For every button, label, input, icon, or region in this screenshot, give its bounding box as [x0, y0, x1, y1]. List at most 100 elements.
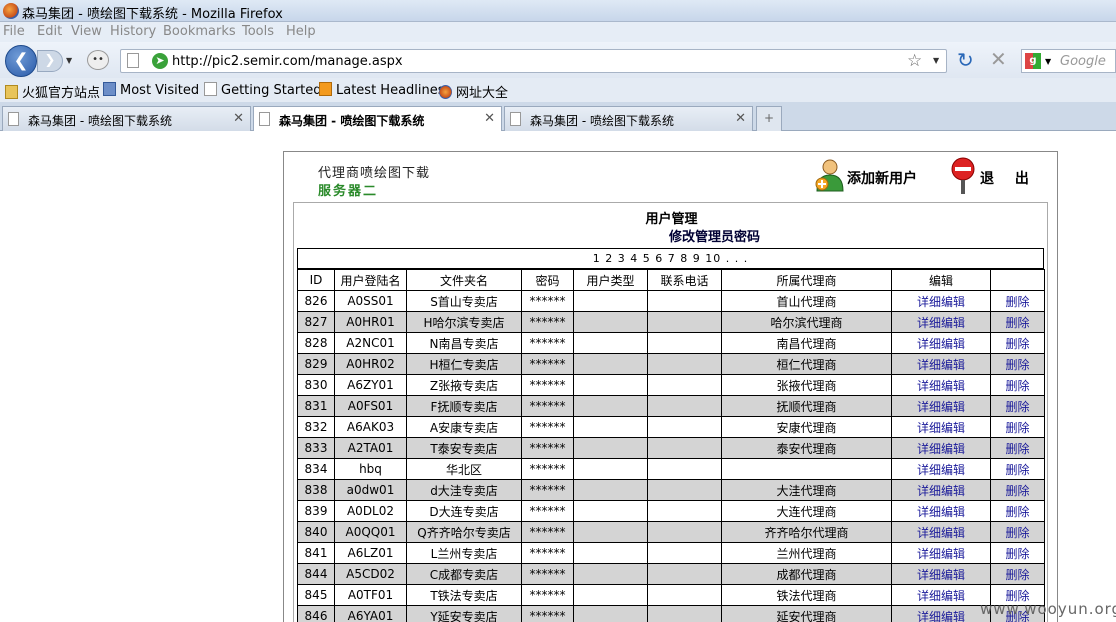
site-identity-icon[interactable]: ➤ [152, 53, 168, 69]
table-cell: 839 [297, 500, 335, 522]
menu-tools[interactable]: Tools [242, 24, 274, 39]
edit-link[interactable]: 详细编辑 [917, 400, 965, 414]
delete-link[interactable]: 删除 [1005, 337, 1029, 351]
menu-file[interactable]: File [3, 24, 25, 39]
site-title: 代理商喷绘图下载 [318, 166, 431, 181]
delete-link[interactable]: 删除 [1005, 442, 1029, 456]
reload-icon[interactable]: ↻ [957, 48, 974, 72]
edit-link[interactable]: 详细编辑 [917, 505, 965, 519]
logout-icon[interactable] [950, 157, 976, 195]
delete-link[interactable]: 删除 [1005, 295, 1029, 309]
table-cell [573, 542, 648, 564]
table-cell: ****** [521, 584, 574, 606]
edit-link[interactable]: 详细编辑 [917, 526, 965, 540]
bookmark-latest-headlines[interactable]: Latest Headlines [319, 82, 445, 98]
delete-link[interactable]: 删除 [1005, 400, 1029, 414]
edit-link[interactable]: 详细编辑 [917, 358, 965, 372]
bookmark-firefox-site[interactable]: 火狐官方站点 [5, 82, 100, 101]
search-engine-dropdown-icon[interactable]: ▼ [1045, 57, 1051, 66]
search-box[interactable]: g ▼ Google [1021, 49, 1116, 73]
close-tab-icon[interactable]: ✕ [484, 111, 495, 126]
table-row: 828 A2NC01 N南昌专卖店 ****** 南昌代理商 详细编辑 删除 [297, 332, 1045, 354]
history-dropdown-icon[interactable]: ▼ [66, 56, 72, 65]
table-cell: ****** [521, 374, 574, 396]
bookmark-star-icon[interactable]: ☆ [907, 51, 922, 71]
delete-link[interactable]: 删除 [1005, 421, 1029, 435]
table-cell [573, 290, 648, 312]
delete-link[interactable]: 删除 [1005, 526, 1029, 540]
bookmark-most-visited[interactable]: Most Visited [103, 82, 199, 98]
delete-link[interactable]: 删除 [1005, 547, 1029, 561]
rss-icon [319, 82, 332, 96]
forward-button[interactable]: ❯ [37, 50, 63, 72]
edit-link[interactable]: 详细编辑 [917, 337, 965, 351]
table-row: 834 hbq 华北区 ****** 详细编辑 删除 [297, 458, 1045, 480]
table-cell: A6LZ01 [334, 542, 407, 564]
tab-1[interactable]: 森马集团 - 喷绘图下载系统 ✕ [2, 106, 251, 131]
table-cell: 兰州代理商 [721, 542, 892, 564]
edit-link[interactable]: 详细编辑 [917, 316, 965, 330]
table-cell: ****** [521, 479, 574, 501]
add-user-button[interactable]: 添加新用户 [847, 168, 917, 188]
column-header: ID [297, 269, 335, 291]
table-cell: 828 [297, 332, 335, 354]
folder-icon [5, 85, 18, 99]
firefox-icon [3, 3, 19, 19]
menu-edit[interactable]: Edit [37, 24, 62, 39]
search-placeholder[interactable]: Google [1060, 54, 1106, 69]
table-row: 831 A0FS01 F抚顺专卖店 ****** 抚顺代理商 详细编辑 删除 [297, 395, 1045, 417]
close-tab-icon[interactable]: ✕ [735, 111, 746, 126]
table-cell: 张掖代理商 [721, 374, 892, 396]
edit-link[interactable]: 详细编辑 [917, 568, 965, 582]
table-cell [573, 500, 648, 522]
tab-3[interactable]: 森马集团 - 喷绘图下载系统 ✕ [504, 106, 753, 131]
bookmark-icon [103, 82, 116, 96]
menu-help[interactable]: Help [286, 24, 316, 39]
table-cell: A0QQ01 [334, 521, 407, 543]
edit-link[interactable]: 详细编辑 [917, 610, 965, 622]
edit-link[interactable]: 详细编辑 [917, 463, 965, 477]
tab-label: 森马集团 - 喷绘图下载系统 [279, 114, 425, 128]
pagination[interactable]: 1 2 3 4 5 6 7 8 9 10 . . . [297, 248, 1044, 269]
delete-link[interactable]: 删除 [1005, 358, 1029, 372]
close-tab-icon[interactable]: ✕ [233, 111, 244, 126]
delete-link[interactable]: 删除 [1005, 568, 1029, 582]
edit-link[interactable]: 详细编辑 [917, 547, 965, 561]
change-admin-password-link[interactable]: 修改管理员密码 [669, 226, 760, 245]
delete-link[interactable]: 删除 [1005, 463, 1029, 477]
new-tab-button[interactable]: + [756, 106, 782, 131]
add-user-icon[interactable] [814, 158, 846, 192]
edit-link[interactable]: 详细编辑 [917, 442, 965, 456]
chat-bubble-icon[interactable]: •• [87, 50, 109, 70]
google-icon[interactable]: g [1025, 53, 1041, 69]
edit-link[interactable]: 详细编辑 [917, 484, 965, 498]
back-button[interactable]: ❮ [5, 45, 37, 77]
menu-view[interactable]: View [71, 24, 102, 39]
logout-button[interactable]: 退 出 [980, 168, 1037, 188]
table-cell: A0HR01 [334, 311, 407, 333]
table-cell: ****** [521, 332, 574, 354]
url-text[interactable]: http://pic2.semir.com/manage.aspx [172, 54, 403, 69]
delete-link[interactable]: 删除 [1005, 484, 1029, 498]
delete-cell: 删除 [990, 290, 1045, 312]
table-cell [647, 395, 722, 417]
delete-link[interactable]: 删除 [1005, 379, 1029, 393]
edit-link[interactable]: 详细编辑 [917, 295, 965, 309]
table-cell: Z张掖专卖店 [406, 374, 522, 396]
menu-bookmarks[interactable]: Bookmarks [163, 24, 236, 39]
menu-history[interactable]: History [110, 24, 156, 39]
table-cell [573, 584, 648, 606]
address-bar[interactable]: ➤ http://pic2.semir.com/manage.aspx ☆ ▼ [120, 49, 947, 73]
edit-link[interactable]: 详细编辑 [917, 379, 965, 393]
edit-link[interactable]: 详细编辑 [917, 421, 965, 435]
stop-icon[interactable]: ✕ [990, 47, 1007, 71]
edit-link[interactable]: 详细编辑 [917, 589, 965, 603]
tab-2-active[interactable]: 森马集团 - 喷绘图下载系统 ✕ [253, 106, 502, 132]
table-cell: S首山专卖店 [406, 290, 522, 312]
delete-link[interactable]: 删除 [1005, 505, 1029, 519]
table-cell: ****** [521, 458, 574, 480]
delete-link[interactable]: 删除 [1005, 316, 1029, 330]
bookmark-url-directory[interactable]: 网址大全 [439, 82, 508, 101]
bookmark-getting-started[interactable]: Getting Started [204, 82, 322, 98]
url-dropdown-icon[interactable]: ▼ [933, 56, 939, 65]
